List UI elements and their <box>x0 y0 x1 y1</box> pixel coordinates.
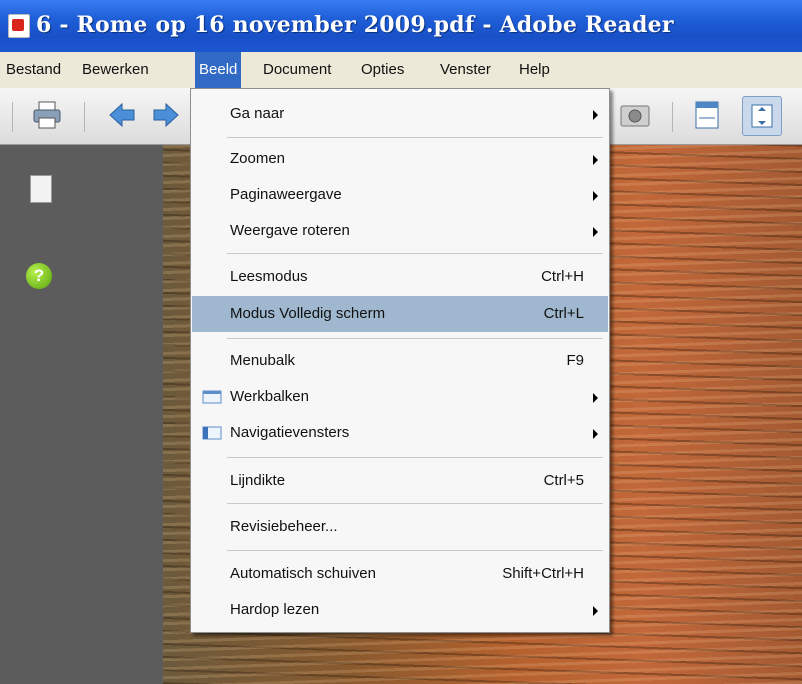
menu-item-label: Navigatievensters <box>230 424 350 441</box>
pages-icon[interactable] <box>25 175 52 210</box>
adobe-reader-icon <box>8 14 30 38</box>
menu-item-modus-volledig-scherm[interactable]: Modus Volledig scherm Ctrl+L <box>192 296 608 332</box>
beeld-menu: Ga naar Zoomen Paginaweergave Weergave r… <box>190 88 610 633</box>
menu-item-zoomen[interactable]: Zoomen <box>192 141 608 177</box>
menu-item-revisiebeheer[interactable]: Revisiebeheer... <box>192 509 608 545</box>
menu-item-label: Weergave roteren <box>230 222 350 239</box>
menu-bewerken[interactable]: Bewerken <box>78 52 153 88</box>
menu-item-werkbalken[interactable]: Werkbalken <box>192 379 608 415</box>
submenu-arrow-icon <box>593 110 598 120</box>
previous-page-icon[interactable] <box>104 96 142 134</box>
menu-item-paginaweergave[interactable]: Paginaweergave <box>192 177 608 213</box>
menu-separator <box>227 457 603 458</box>
navigation-panes-icon <box>202 425 222 441</box>
menu-separator <box>227 550 603 551</box>
next-page-icon[interactable] <box>146 96 184 134</box>
toolbar-separator <box>672 102 673 132</box>
menu-item-ga-naar[interactable]: Ga naar <box>192 96 608 132</box>
toolbar-separator <box>84 102 85 132</box>
fit-page-icon[interactable] <box>742 96 782 136</box>
menu-item-shortcut: Ctrl+H <box>541 268 584 285</box>
submenu-arrow-icon <box>593 606 598 616</box>
toolbar-separator <box>12 102 13 132</box>
menu-item-weergave-roteren[interactable]: Weergave roteren <box>192 213 608 249</box>
menu-item-label: Werkbalken <box>230 388 309 405</box>
menu-item-lijndikte[interactable]: Lijndikte Ctrl+5 <box>192 463 608 499</box>
menu-item-label: Paginaweergave <box>230 186 342 203</box>
help-icon[interactable]: ? <box>26 263 52 289</box>
navigation-pane: ? <box>0 145 163 684</box>
menu-item-label: Lijndikte <box>230 472 286 489</box>
menu-opties[interactable]: Opties <box>357 52 408 88</box>
menu-item-menubalk[interactable]: Menubalk F9 <box>192 343 608 379</box>
menu-item-navigatievensters[interactable]: Navigatievensters <box>192 415 608 451</box>
submenu-arrow-icon <box>593 155 598 165</box>
submenu-arrow-icon <box>593 227 598 237</box>
submenu-arrow-icon <box>593 429 598 439</box>
print-icon[interactable] <box>28 96 66 134</box>
menu-item-label: Ga naar <box>230 105 285 122</box>
menu-bar: Bestand Bewerken Beeld Document Opties V… <box>0 52 802 89</box>
snapshot-icon[interactable] <box>616 96 654 134</box>
menu-item-shortcut: Shift+Ctrl+H <box>502 565 584 582</box>
title-bar: 6 - Rome op 16 november 2009.pdf - Adobe… <box>0 0 802 52</box>
menu-document[interactable]: Document <box>259 52 335 88</box>
menu-separator <box>227 338 603 339</box>
fit-width-icon[interactable] <box>688 96 726 134</box>
menu-venster[interactable]: Venster <box>436 52 495 88</box>
menu-item-leesmodus[interactable]: Leesmodus Ctrl+H <box>192 259 608 295</box>
submenu-arrow-icon <box>593 393 598 403</box>
menu-item-shortcut: Ctrl+L <box>543 305 584 322</box>
menu-item-label: Modus Volledig scherm <box>230 305 386 322</box>
menu-item-automatisch-schuiven[interactable]: Automatisch schuiven Shift+Ctrl+H <box>192 556 608 592</box>
submenu-arrow-icon <box>593 191 598 201</box>
menu-bestand[interactable]: Bestand <box>2 52 65 88</box>
menu-item-hardop-lezen[interactable]: Hardop lezen <box>192 592 608 628</box>
menu-item-label: Hardop lezen <box>230 601 320 618</box>
menu-separator <box>227 137 603 138</box>
menu-item-label: Leesmodus <box>230 268 308 285</box>
menu-separator <box>227 503 603 504</box>
menu-separator <box>227 253 603 254</box>
menu-item-label: Zoomen <box>230 150 286 167</box>
menu-item-label: Revisiebeheer... <box>230 518 338 535</box>
toolbars-icon <box>202 389 222 405</box>
menu-item-shortcut: Ctrl+5 <box>543 472 584 489</box>
menu-item-label: Automatisch schuiven <box>230 565 376 582</box>
menu-item-label: Menubalk <box>230 352 296 369</box>
window-title: 6 - Rome op 16 november 2009.pdf - Adobe… <box>36 12 674 38</box>
menu-help[interactable]: Help <box>515 52 554 88</box>
menu-item-shortcut: F9 <box>566 352 584 369</box>
menu-beeld[interactable]: Beeld <box>195 52 242 88</box>
